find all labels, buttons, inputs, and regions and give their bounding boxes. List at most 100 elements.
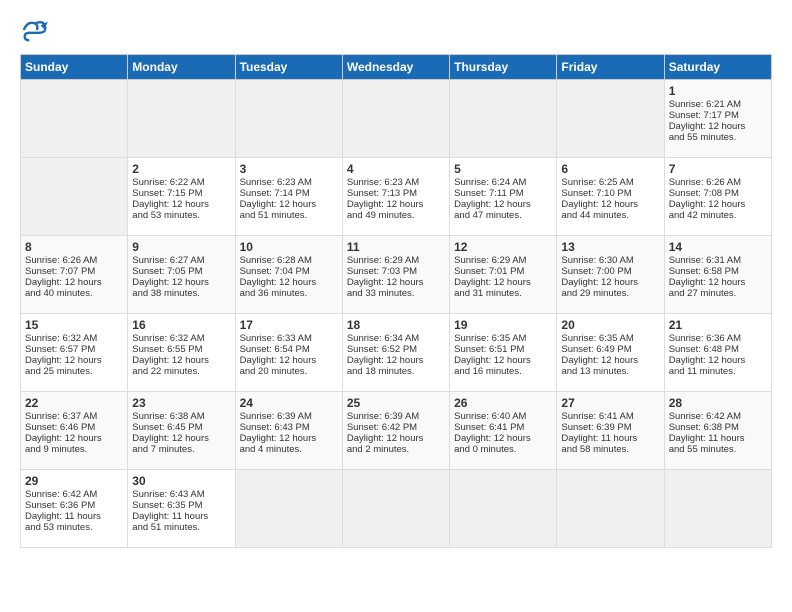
cell-text: and 2 minutes. [347,444,445,455]
cell-text: Sunrise: 6:21 AM [669,99,767,110]
calendar-cell: 12Sunrise: 6:29 AMSunset: 7:01 PMDayligh… [450,236,557,314]
cell-text: Sunrise: 6:32 AM [132,333,230,344]
cell-text: Daylight: 12 hours [240,199,338,210]
calendar-cell: 28Sunrise: 6:42 AMSunset: 6:38 PMDayligh… [664,392,771,470]
day-number: 4 [347,162,445,176]
day-number: 28 [669,396,767,410]
cell-text: and 55 minutes. [669,444,767,455]
header-cell-friday: Friday [557,55,664,80]
cell-text: Sunset: 6:57 PM [25,344,123,355]
cell-text: Sunset: 7:00 PM [561,266,659,277]
cell-text: Sunset: 7:08 PM [669,188,767,199]
calendar-cell: 9Sunrise: 6:27 AMSunset: 7:05 PMDaylight… [128,236,235,314]
calendar-week-2: 2Sunrise: 6:22 AMSunset: 7:15 PMDaylight… [21,158,772,236]
day-number: 29 [25,474,123,488]
calendar-page: SundayMondayTuesdayWednesdayThursdayFrid… [0,0,792,564]
cell-text: Sunrise: 6:43 AM [132,489,230,500]
cell-text: Sunset: 7:04 PM [240,266,338,277]
cell-text: Sunrise: 6:34 AM [347,333,445,344]
cell-text: Sunrise: 6:26 AM [25,255,123,266]
cell-text: Daylight: 12 hours [454,355,552,366]
cell-text: Daylight: 12 hours [25,355,123,366]
cell-text: and 11 minutes. [669,366,767,377]
calendar-cell [21,80,128,158]
calendar-cell: 14Sunrise: 6:31 AMSunset: 6:58 PMDayligh… [664,236,771,314]
calendar-table: SundayMondayTuesdayWednesdayThursdayFrid… [20,54,772,548]
calendar-cell [342,80,449,158]
cell-text: Sunrise: 6:42 AM [669,411,767,422]
cell-text: Sunrise: 6:37 AM [25,411,123,422]
cell-text: Sunrise: 6:36 AM [669,333,767,344]
cell-text: Sunrise: 6:23 AM [347,177,445,188]
calendar-cell: 18Sunrise: 6:34 AMSunset: 6:52 PMDayligh… [342,314,449,392]
cell-text: Sunrise: 6:25 AM [561,177,659,188]
cell-text: Daylight: 12 hours [561,355,659,366]
calendar-cell: 23Sunrise: 6:38 AMSunset: 6:45 PMDayligh… [128,392,235,470]
day-number: 7 [669,162,767,176]
calendar-cell [450,470,557,548]
cell-text: and 25 minutes. [25,366,123,377]
calendar-cell [21,158,128,236]
calendar-week-6: 29Sunrise: 6:42 AMSunset: 6:36 PMDayligh… [21,470,772,548]
cell-text: and 9 minutes. [25,444,123,455]
calendar-cell: 25Sunrise: 6:39 AMSunset: 6:42 PMDayligh… [342,392,449,470]
header-cell-monday: Monday [128,55,235,80]
cell-text: Daylight: 12 hours [561,277,659,288]
cell-text: Sunset: 6:39 PM [561,422,659,433]
day-number: 15 [25,318,123,332]
cell-text: Sunset: 7:07 PM [25,266,123,277]
day-number: 27 [561,396,659,410]
cell-text: and 31 minutes. [454,288,552,299]
cell-text: and 0 minutes. [454,444,552,455]
cell-text: Sunrise: 6:42 AM [25,489,123,500]
header-row: SundayMondayTuesdayWednesdayThursdayFrid… [21,55,772,80]
day-number: 2 [132,162,230,176]
cell-text: Sunrise: 6:24 AM [454,177,552,188]
cell-text: Daylight: 12 hours [25,277,123,288]
cell-text: Sunset: 7:11 PM [454,188,552,199]
cell-text: Sunrise: 6:35 AM [561,333,659,344]
header-cell-wednesday: Wednesday [342,55,449,80]
cell-text: Sunset: 7:15 PM [132,188,230,199]
calendar-cell: 6Sunrise: 6:25 AMSunset: 7:10 PMDaylight… [557,158,664,236]
header-cell-thursday: Thursday [450,55,557,80]
calendar-cell: 3Sunrise: 6:23 AMSunset: 7:14 PMDaylight… [235,158,342,236]
cell-text: Sunset: 6:38 PM [669,422,767,433]
calendar-week-5: 22Sunrise: 6:37 AMSunset: 6:46 PMDayligh… [21,392,772,470]
cell-text: Sunrise: 6:28 AM [240,255,338,266]
header-cell-sunday: Sunday [21,55,128,80]
calendar-cell: 4Sunrise: 6:23 AMSunset: 7:13 PMDaylight… [342,158,449,236]
cell-text: and 58 minutes. [561,444,659,455]
cell-text: Daylight: 12 hours [132,355,230,366]
cell-text: Sunset: 6:52 PM [347,344,445,355]
cell-text: Sunset: 6:45 PM [132,422,230,433]
cell-text: Sunset: 7:17 PM [669,110,767,121]
cell-text: and 42 minutes. [669,210,767,221]
cell-text: Sunset: 6:58 PM [669,266,767,277]
cell-text: Sunset: 6:46 PM [25,422,123,433]
cell-text: Sunset: 6:55 PM [132,344,230,355]
logo [20,16,52,44]
header [20,16,772,44]
cell-text: and 27 minutes. [669,288,767,299]
cell-text: Sunrise: 6:38 AM [132,411,230,422]
cell-text: Sunrise: 6:29 AM [347,255,445,266]
cell-text: and 33 minutes. [347,288,445,299]
cell-text: Daylight: 11 hours [669,433,767,444]
calendar-cell: 13Sunrise: 6:30 AMSunset: 7:00 PMDayligh… [557,236,664,314]
calendar-cell [664,470,771,548]
cell-text: Daylight: 12 hours [132,199,230,210]
cell-text: Daylight: 12 hours [347,277,445,288]
logo-icon [20,16,48,44]
cell-text: Sunrise: 6:32 AM [25,333,123,344]
cell-text: Daylight: 12 hours [240,433,338,444]
cell-text: Sunrise: 6:39 AM [240,411,338,422]
cell-text: Sunrise: 6:26 AM [669,177,767,188]
cell-text: Sunset: 7:05 PM [132,266,230,277]
cell-text: Sunset: 7:03 PM [347,266,445,277]
cell-text: Sunset: 7:14 PM [240,188,338,199]
cell-text: Sunrise: 6:39 AM [347,411,445,422]
calendar-cell: 1Sunrise: 6:21 AMSunset: 7:17 PMDaylight… [664,80,771,158]
cell-text: and 40 minutes. [25,288,123,299]
cell-text: and 49 minutes. [347,210,445,221]
